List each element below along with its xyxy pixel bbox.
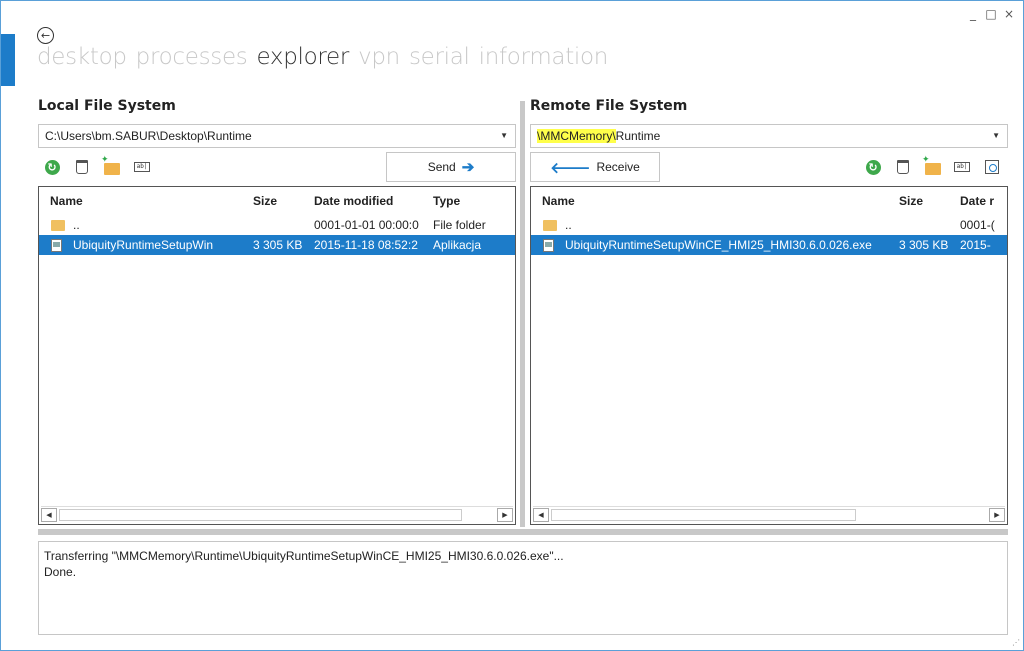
nav-desktop[interactable]: desktop [37,44,127,70]
col-date[interactable]: Date modified [314,194,433,208]
col-size[interactable]: Size [899,194,960,208]
row-size: 3 305 KB [253,238,303,252]
folder-icon [39,219,65,231]
delete-icon[interactable] [895,159,911,175]
send-label: Send [427,160,456,174]
local-panel-title: Local File System [38,98,176,114]
folder-icon [531,219,557,231]
scroll-thumb[interactable] [59,509,462,521]
local-list-header: Name Size Date modified Type [39,187,515,215]
local-path-dropdown[interactable]: C:\Users\bm.SABUR\Desktop\Runtime ▼ [38,124,516,148]
horizontal-splitter[interactable] [38,529,1008,535]
main-nav: desktop processes explorer vpn serial in… [37,44,608,70]
nav-serial[interactable]: serial [409,44,470,70]
chevron-down-icon[interactable]: ▼ [992,131,1000,140]
back-arrow-icon[interactable]: ← [37,27,54,44]
resize-grip-icon[interactable]: ⋰ [1012,638,1020,647]
remote-path-dropdown[interactable]: \MMCMemory\ Runtime ▼ [530,124,1008,148]
scroll-left-icon[interactable]: ◀ [533,508,549,522]
log-line: Transferring "\MMCMemory\Runtime\Ubiquit… [44,549,564,563]
refresh-icon[interactable]: ↻ [44,159,60,175]
receive-button[interactable]: 🡐 Receive [530,152,660,182]
properties-icon[interactable] [984,159,1000,175]
delete-icon[interactable] [74,159,90,175]
remote-hscrollbar[interactable]: ◀ ▶ [533,506,1005,522]
row-date: 0001-01-01 00:00:0 [314,218,419,232]
rename-icon[interactable]: ab| [954,159,970,175]
row-name: UbiquityRuntimeSetupWinCE_HMI25_HMI30.6.… [565,238,872,252]
remote-list-header: Name Size Date r [531,187,1007,215]
refresh-icon[interactable]: ↻ [865,159,881,175]
local-file-list: Name Size Date modified Type .. 0001-01-… [38,186,516,525]
remote-file-list: Name Size Date r .. 0001-( UbiquityRunti… [530,186,1008,525]
col-name[interactable]: Name [531,194,899,208]
send-button[interactable]: Send ➔ [386,152,516,182]
nav-explorer[interactable]: explorer [256,44,349,70]
table-row[interactable]: .. 0001-01-01 00:00:0 File folder [39,215,515,235]
remote-panel-title: Remote File System [530,98,688,114]
maximize-icon[interactable]: □ [985,7,997,21]
accent-bar [1,34,15,86]
exe-file-icon [531,238,557,252]
local-path-text: C:\Users\bm.SABUR\Desktop\Runtime [45,129,252,143]
table-row[interactable]: UbiquityRuntimeSetupWin 3 305 KB 2015-11… [39,235,515,255]
new-folder-icon[interactable] [101,155,120,175]
chevron-down-icon[interactable]: ▼ [500,131,508,140]
row-type: Aplikacja [433,238,482,252]
new-folder-icon[interactable] [922,155,941,175]
row-type: File folder [433,218,486,232]
exe-file-icon [39,238,65,252]
remote-path-text: Runtime [615,129,661,143]
arrow-left-icon: 🡐 [550,159,591,177]
scroll-right-icon[interactable]: ▶ [989,508,1005,522]
row-name: .. [565,218,572,232]
scroll-thumb[interactable] [551,509,856,521]
minimize-icon[interactable]: _ [967,7,979,21]
arrow-right-icon: ➔ [461,159,475,176]
col-size[interactable]: Size [253,194,314,208]
local-hscrollbar[interactable]: ◀ ▶ [41,506,513,522]
col-date[interactable]: Date r [960,194,1007,208]
table-row[interactable]: .. 0001-( [531,215,1007,235]
transfer-log: Transferring "\MMCMemory\Runtime\Ubiquit… [38,541,1008,635]
row-date: 0001-( [960,218,995,232]
receive-label: Receive [596,160,640,174]
scroll-left-icon[interactable]: ◀ [41,508,57,522]
log-line: Done. [44,565,77,579]
col-type[interactable]: Type [433,194,513,208]
row-name: .. [73,218,80,232]
rename-icon[interactable]: ab| [134,159,150,175]
row-date: 2015-11-18 08:52:2 [314,238,418,252]
app-window: _ □ × ← desktop processes explorer vpn s… [0,0,1024,651]
vertical-splitter[interactable] [520,101,525,527]
nav-processes[interactable]: processes [136,44,248,70]
row-size: 3 305 KB [899,238,949,252]
nav-information[interactable]: information [479,44,609,70]
scroll-right-icon[interactable]: ▶ [497,508,513,522]
remote-path-highlight: \MMCMemory\ [537,129,616,143]
close-icon[interactable]: × [1003,7,1015,21]
col-name[interactable]: Name [39,194,253,208]
row-name: UbiquityRuntimeSetupWin [73,238,214,252]
window-controls: _ □ × [967,7,1015,21]
nav-vpn[interactable]: vpn [358,44,400,70]
table-row[interactable]: UbiquityRuntimeSetupWinCE_HMI25_HMI30.6.… [531,235,1007,255]
row-date: 2015- [960,238,991,252]
